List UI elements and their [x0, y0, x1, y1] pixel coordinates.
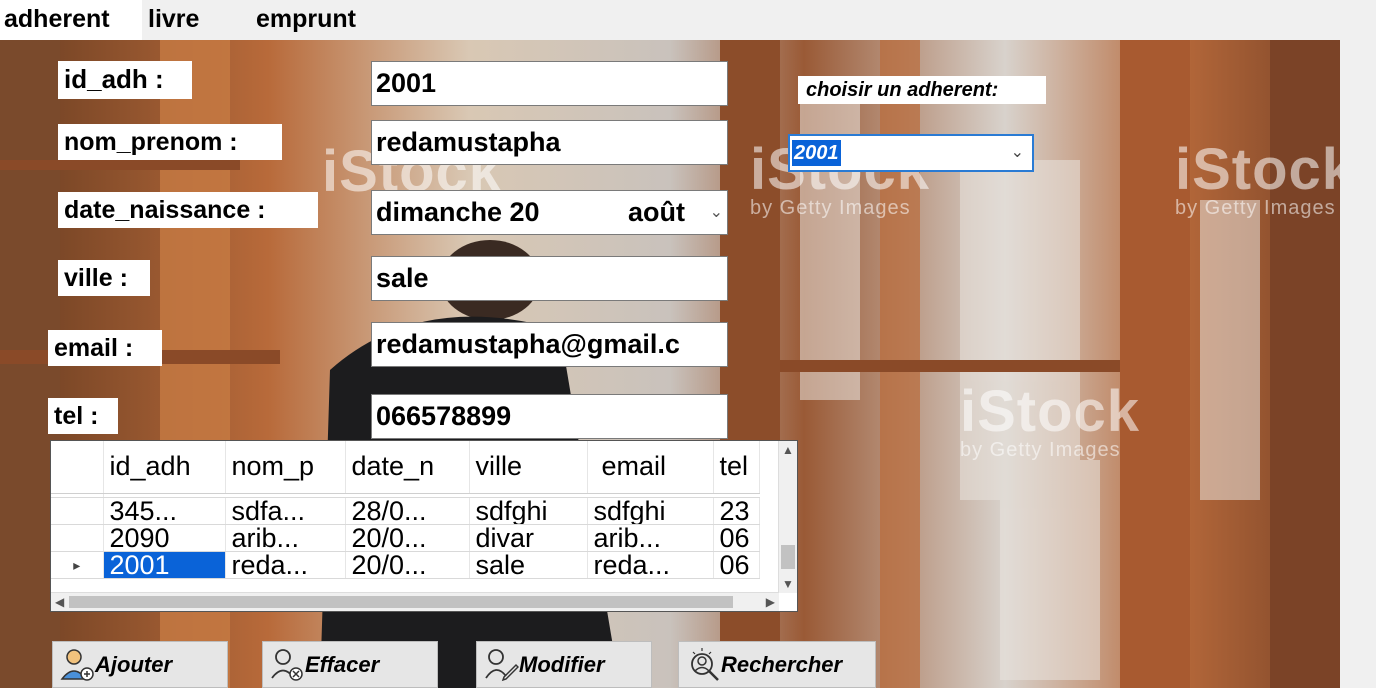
- id-adh-field[interactable]: 2001: [371, 61, 728, 106]
- search-button[interactable]: Rechercher: [678, 641, 876, 688]
- tab-emprunt[interactable]: emprunt: [252, 0, 388, 40]
- tab-livre[interactable]: livre: [144, 0, 244, 40]
- cell[interactable]: 28/0...: [345, 497, 470, 525]
- ville-label: ville :: [58, 260, 150, 296]
- edit-button[interactable]: Modifier: [476, 641, 652, 688]
- cell-selected[interactable]: 2001: [103, 551, 226, 579]
- scroll-down-icon[interactable]: ▼: [779, 577, 797, 591]
- scroll-left-icon[interactable]: ◀: [55, 593, 64, 611]
- id-adh-label: id_adh :: [58, 61, 192, 99]
- cell[interactable]: 20/0...: [345, 551, 470, 579]
- add-button[interactable]: Ajouter: [52, 641, 228, 688]
- column-header[interactable]: date_n: [345, 441, 470, 494]
- cell[interactable]: arib...: [587, 524, 714, 552]
- scroll-right-icon[interactable]: ▶: [766, 593, 775, 611]
- clear-button[interactable]: Effacer: [262, 641, 438, 688]
- date-naissance-picker[interactable]: dimanche 20 août ⌄: [371, 190, 728, 235]
- cell[interactable]: sdfghi: [587, 497, 714, 525]
- scroll-thumb[interactable]: [781, 545, 795, 569]
- cell[interactable]: reda...: [225, 551, 346, 579]
- horizontal-scrollbar[interactable]: ◀ ▶: [51, 592, 779, 611]
- cell[interactable]: 2090: [103, 524, 226, 552]
- adherents-table[interactable]: id_adh nom_p date_n ville email tel 345.…: [50, 440, 798, 612]
- table-row[interactable]: 345... sdfa... 28/0... sdfghi sdfghi 23: [51, 497, 760, 525]
- tab-bar: adherent livre emprunt: [0, 0, 1376, 40]
- scroll-thumb[interactable]: [69, 596, 733, 608]
- cell[interactable]: 23: [713, 497, 760, 525]
- column-header[interactable]: tel: [713, 441, 760, 494]
- column-header[interactable]: id_adh: [103, 441, 226, 494]
- tel-label: tel :: [48, 398, 118, 434]
- nom-prenom-label: nom_prenom :: [58, 124, 282, 160]
- adherent-select[interactable]: 2001 ⌄: [788, 134, 1034, 172]
- search-user-icon: [691, 648, 719, 681]
- row-header-corner: [51, 441, 104, 494]
- edit-button-label: Modifier: [519, 652, 605, 677]
- email-field[interactable]: redamustapha@gmail.c: [371, 322, 728, 367]
- chevron-down-icon[interactable]: ⌄: [710, 191, 723, 234]
- scroll-up-icon[interactable]: ▲: [779, 443, 797, 457]
- add-user-icon: [60, 649, 94, 681]
- cell[interactable]: divar: [469, 524, 588, 552]
- vertical-scrollbar[interactable]: ▲ ▼: [778, 441, 797, 593]
- column-header[interactable]: ville: [469, 441, 588, 494]
- chevron-down-icon[interactable]: ⌄: [1011, 142, 1024, 162]
- cell[interactable]: 345...: [103, 497, 226, 525]
- row-header[interactable]: [51, 524, 104, 552]
- nom-prenom-field[interactable]: redamustapha: [371, 120, 728, 165]
- cell[interactable]: 06: [713, 524, 760, 552]
- add-button-label: Ajouter: [95, 652, 172, 677]
- edit-user-icon: [485, 649, 519, 682]
- remove-user-icon: [271, 649, 303, 681]
- date-naissance-label: date_naissance :: [58, 192, 318, 228]
- cell[interactable]: sale: [469, 551, 588, 579]
- row-header[interactable]: [51, 497, 104, 525]
- cell[interactable]: reda...: [587, 551, 714, 579]
- column-header[interactable]: email: [587, 441, 714, 494]
- cell[interactable]: sdfghi: [469, 497, 588, 525]
- watermark: iStockby Getty Images: [960, 379, 1141, 461]
- date-month: août: [628, 197, 685, 227]
- search-button-label: Rechercher: [721, 652, 843, 677]
- cell[interactable]: 06: [713, 551, 760, 579]
- column-header[interactable]: nom_p: [225, 441, 346, 494]
- email-label: email :: [48, 330, 162, 366]
- cell[interactable]: sdfa...: [225, 497, 346, 525]
- cell[interactable]: 20/0...: [345, 524, 470, 552]
- table-row-selected[interactable]: ▸ 2001 reda... 20/0... sale reda... 06: [51, 551, 760, 579]
- tab-adherent[interactable]: adherent: [0, 0, 142, 40]
- current-row-indicator[interactable]: ▸: [51, 551, 104, 579]
- date-day: dimanche 20: [376, 197, 540, 227]
- adherent-select-value: 2001: [792, 140, 841, 166]
- ville-field[interactable]: sale: [371, 256, 728, 301]
- table-row[interactable]: 2090 arib... 20/0... divar arib... 06: [51, 524, 760, 552]
- choose-adherent-label: choisir un adherent:: [798, 76, 1046, 104]
- cell[interactable]: arib...: [225, 524, 346, 552]
- clear-button-label: Effacer: [305, 652, 380, 677]
- watermark: iStockby Getty Images: [1175, 137, 1340, 219]
- tel-field[interactable]: 066578899: [371, 394, 728, 439]
